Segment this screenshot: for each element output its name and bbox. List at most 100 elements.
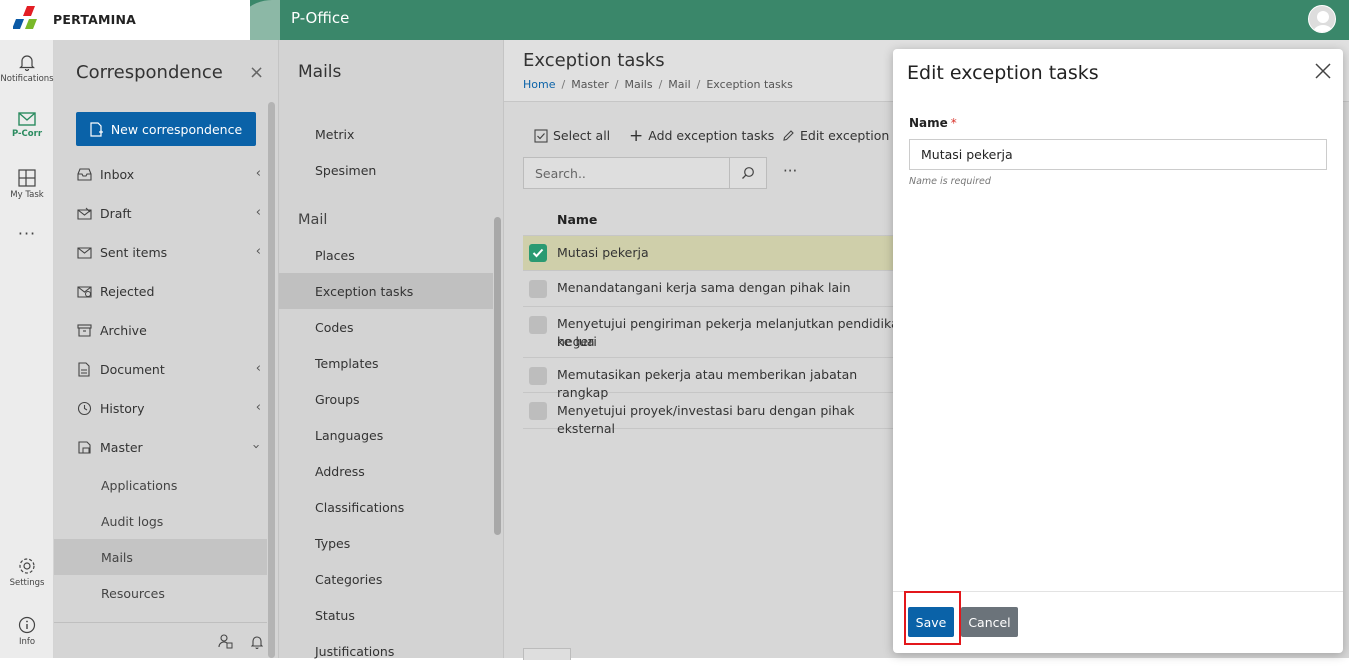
sidebar-subitem-audit-logs[interactable]: Audit logs	[54, 503, 267, 539]
breadcrumb-item[interactable]: Mail	[668, 78, 690, 91]
rail-label-info: Info	[18, 637, 36, 647]
chevron-left-icon: ‹	[255, 361, 261, 376]
sidebar-item-sent[interactable]: Sent items ‹	[54, 237, 267, 267]
row-checkbox-checked[interactable]	[529, 244, 547, 262]
logo-area[interactable]: PERTAMINA	[0, 0, 250, 40]
sidebar-close-icon[interactable]: ×	[249, 62, 264, 83]
pagination[interactable]	[523, 648, 571, 660]
cancel-button[interactable]: Cancel	[961, 607, 1018, 637]
select-all-button[interactable]: Select all	[534, 128, 610, 143]
column-header-name[interactable]: Name	[557, 212, 597, 227]
mails-nav-item[interactable]: Classifications	[279, 489, 493, 525]
sidebar-item-master[interactable]: Master ‹	[54, 432, 267, 462]
breadcrumb-item[interactable]: Mails	[625, 78, 653, 91]
dialog-title: Edit exception tasks	[907, 62, 1099, 84]
gear-icon	[19, 558, 35, 574]
new-correspondence-button[interactable]: New correspondence	[76, 112, 256, 146]
page-title: Exception tasks	[523, 50, 665, 71]
breadcrumb-separator: /	[561, 78, 566, 91]
search-button[interactable]	[730, 157, 767, 189]
correspondence-sidebar: Correspondence × New correspondence Inbo…	[54, 40, 278, 658]
select-all-label: Select all	[553, 128, 611, 143]
chevron-down-icon: ‹	[248, 443, 264, 450]
mails-nav-scrollbar[interactable]	[494, 217, 501, 535]
name-field-label: Name *	[909, 116, 957, 130]
app-rail: Notifications P-Corr My Task ··· Setting…	[0, 40, 54, 658]
mails-nav-item-active[interactable]: Exception tasks	[279, 273, 493, 309]
name-input[interactable]	[909, 139, 1327, 170]
name-field-hint: Name is required	[909, 176, 991, 187]
mails-nav-panel: Mails Metrix Spesimen Mail Places Except…	[278, 40, 503, 659]
mails-nav-item[interactable]: Metrix	[279, 116, 493, 152]
sidebar-scrollbar[interactable]	[268, 102, 275, 658]
add-exception-button[interactable]: + Add exception tasks	[629, 127, 775, 144]
table-row[interactable]: Menandatangani kerja sama dengan pihak l…	[523, 271, 903, 307]
rail-label-notifications: Notifications	[0, 74, 54, 84]
row-name-line-2: negeri	[557, 334, 597, 349]
sidebar-title: Correspondence	[76, 62, 223, 83]
row-checkbox[interactable]	[529, 280, 547, 298]
sidebar-item-rejected[interactable]: Rejected	[54, 276, 267, 306]
chevron-left-icon: ‹	[255, 166, 261, 181]
user-icon	[1313, 11, 1333, 32]
mails-nav-item[interactable]: Types	[279, 525, 493, 561]
inbox-icon	[76, 166, 92, 182]
add-exception-label: Add exception tasks	[648, 128, 775, 143]
rail-pcorr[interactable]: P-Corr	[0, 112, 54, 139]
more-icon: ···	[17, 224, 37, 243]
document-icon	[76, 361, 92, 377]
table-row[interactable]: Menyetujui proyek/investasi baru dengan …	[523, 393, 903, 436]
sidebar-item-history[interactable]: History ‹	[54, 393, 267, 423]
rail-mytask[interactable]: My Task	[0, 169, 54, 200]
save-button[interactable]: Save	[908, 607, 954, 637]
name-label-text: Name	[909, 116, 948, 130]
row-name: Menyetujui proyek/investasi baru dengan …	[557, 403, 855, 436]
more-options-icon[interactable]: ···	[783, 162, 797, 180]
close-icon[interactable]	[1313, 61, 1333, 81]
rail-more[interactable]: ···	[0, 224, 54, 243]
sidebar-footer	[54, 622, 267, 658]
mails-nav-item[interactable]: Codes	[279, 309, 493, 345]
row-checkbox[interactable]	[529, 367, 547, 385]
bell-icon[interactable]	[251, 634, 263, 649]
sidebar-subitem-resources[interactable]: Resources	[54, 575, 267, 611]
sidebar-item-label: Archive	[100, 322, 147, 338]
sidebar-subitem-applications[interactable]: Applications	[54, 467, 267, 503]
mails-nav-item[interactable]: Languages	[279, 417, 493, 453]
rail-info[interactable]: Info	[0, 616, 54, 647]
required-marker: *	[950, 116, 957, 130]
mails-nav-item[interactable]: Spesimen	[279, 152, 493, 188]
history-icon	[76, 400, 92, 416]
table-row[interactable]: Mutasi pekerja	[523, 236, 903, 271]
user-settings-icon[interactable]	[218, 634, 233, 649]
sidebar-subitem-mails[interactable]: Mails	[54, 539, 267, 575]
mails-nav-item[interactable]: Justifications	[279, 633, 493, 669]
table-row[interactable]: Menyetujui pengiriman pekerja melanjutka…	[523, 307, 907, 358]
row-checkbox[interactable]	[529, 402, 547, 420]
row-checkbox[interactable]	[529, 316, 547, 334]
sidebar-item-label: Draft	[100, 205, 132, 221]
mails-nav-item[interactable]: Address	[279, 453, 493, 489]
mails-nav-item[interactable]: Groups	[279, 381, 493, 417]
sidebar-item-document[interactable]: Document ‹	[54, 354, 267, 384]
sidebar-item-label: Document	[100, 361, 165, 377]
mails-nav-item[interactable]: Status	[279, 597, 493, 633]
sidebar-item-draft[interactable]: Draft ‹	[54, 198, 267, 228]
sidebar-item-inbox[interactable]: Inbox ‹	[54, 159, 267, 189]
user-avatar[interactable]	[1308, 5, 1336, 33]
pencil-icon	[783, 130, 794, 141]
row-name: Menandatangani kerja sama dengan pihak l…	[557, 280, 851, 295]
check-icon	[532, 248, 544, 258]
breadcrumb-item[interactable]: Master	[571, 78, 609, 91]
sidebar-item-archive[interactable]: Archive	[54, 315, 267, 345]
mails-nav-item[interactable]: Templates	[279, 345, 493, 381]
mails-nav-item[interactable]: Places	[279, 237, 493, 273]
table-row[interactable]: Memutasikan pekerja atau memberikan jaba…	[523, 358, 903, 400]
search-input[interactable]: Search..	[523, 157, 730, 189]
rail-notifications[interactable]: Notifications	[0, 53, 54, 84]
app-title: P-Office	[291, 9, 350, 27]
breadcrumb-home[interactable]: Home	[523, 78, 555, 91]
mails-nav-item[interactable]: Categories	[279, 561, 493, 597]
row-name: Mutasi pekerja	[557, 245, 649, 260]
rail-settings[interactable]: Settings	[0, 557, 54, 588]
